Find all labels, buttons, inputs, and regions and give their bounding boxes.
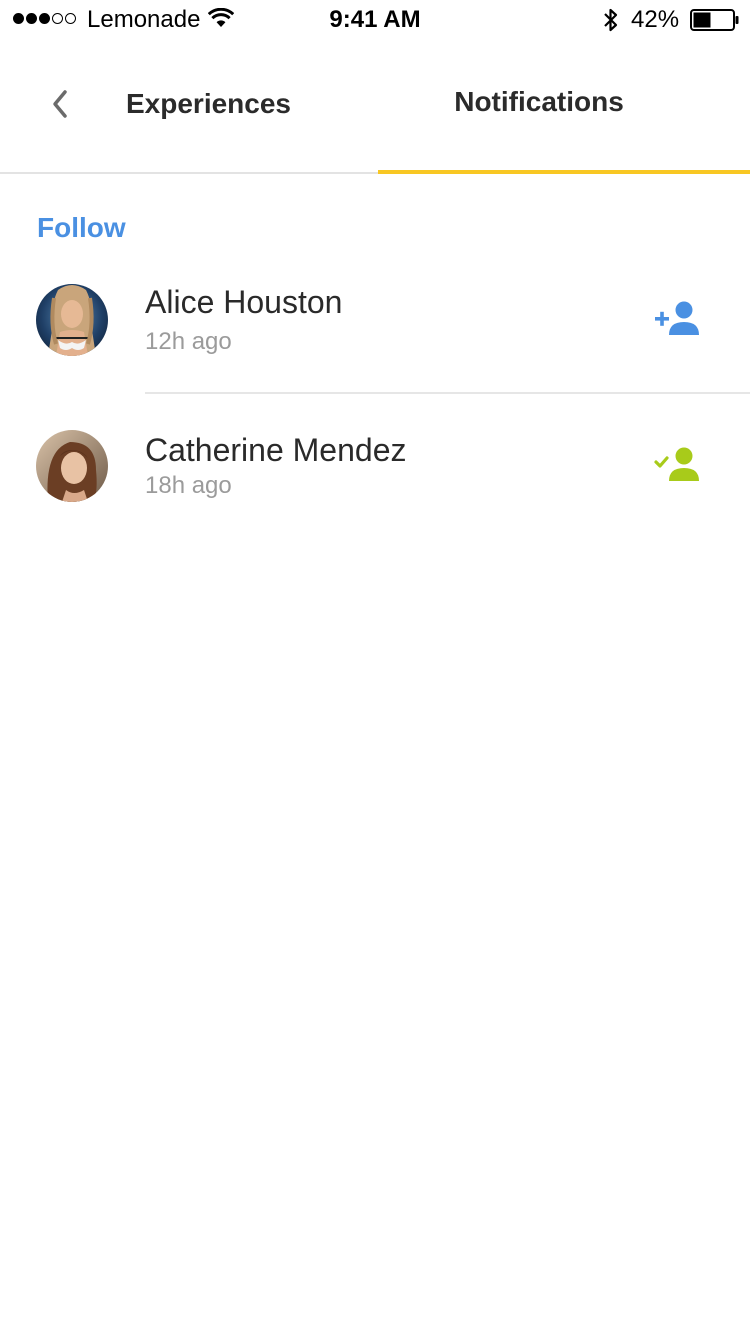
avatar[interactable] bbox=[36, 430, 108, 502]
person-check-icon bbox=[654, 447, 699, 481]
bluetooth-icon bbox=[602, 7, 620, 38]
notification-item[interactable]: Alice Houston 12h ago bbox=[0, 280, 750, 392]
person-name: Alice Houston bbox=[145, 284, 343, 320]
row-divider bbox=[145, 392, 750, 394]
battery-percentage: 42% bbox=[631, 6, 680, 33]
back-button[interactable] bbox=[40, 84, 80, 124]
follow-button[interactable] bbox=[650, 298, 706, 342]
section-title-follow: Follow bbox=[37, 212, 126, 243]
following-button[interactable] bbox=[650, 444, 706, 488]
tab-notifications[interactable]: Notifications bbox=[378, 86, 700, 118]
active-tab-indicator bbox=[378, 170, 750, 174]
tab-experiences[interactable]: Experiences bbox=[126, 88, 291, 120]
avatar[interactable] bbox=[36, 284, 108, 356]
status-bar: Lemonade 9:41 AM 42% bbox=[0, 0, 750, 40]
notification-time: 18h ago bbox=[145, 472, 232, 499]
chevron-left-icon bbox=[53, 90, 67, 118]
person-name: Catherine Mendez bbox=[145, 432, 407, 468]
battery-icon bbox=[690, 9, 740, 36]
add-person-icon bbox=[655, 301, 699, 335]
notification-time: 12h ago bbox=[145, 328, 232, 355]
notification-item[interactable]: Catherine Mendez 18h ago bbox=[0, 426, 750, 522]
